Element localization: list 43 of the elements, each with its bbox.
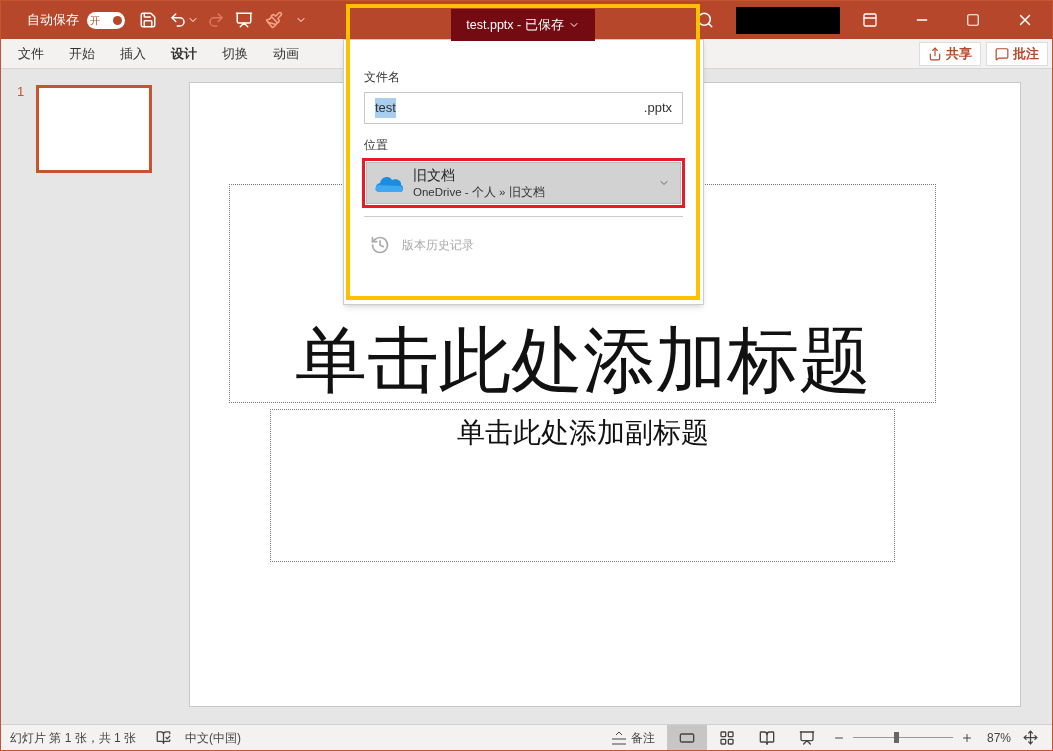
ribbon-tab[interactable]: 文件 (18, 43, 44, 64)
undo-icon[interactable] (169, 11, 187, 29)
maximize-icon[interactable] (966, 13, 980, 27)
brush-icon[interactable] (265, 11, 283, 29)
ribbon-tab[interactable]: 设计 (171, 43, 197, 64)
autosave-toggle[interactable]: 开 (87, 11, 125, 29)
fit-to-window-icon[interactable] (1023, 730, 1038, 745)
share-icon (928, 46, 942, 61)
reading-view-icon (758, 729, 775, 746)
location-dropdown[interactable]: 旧文档 OneDrive - 个人 » 旧文档 (366, 162, 681, 204)
share-button[interactable]: 共享 (919, 41, 981, 66)
location-label: 位置 (364, 137, 389, 154)
slide-thumbnail[interactable] (36, 85, 153, 173)
comments-button[interactable]: 批注 (986, 41, 1048, 66)
comment-icon (995, 46, 1009, 61)
zoom-reading[interactable]: 87% (986, 728, 1011, 747)
save-icon[interactable] (139, 11, 157, 29)
ribbon-display-icon[interactable] (862, 12, 878, 28)
slideshow-view-icon (798, 729, 815, 746)
grid-view-icon (718, 729, 735, 746)
notes-icon (610, 730, 627, 745)
filename-label: 文件名 (364, 69, 401, 86)
subtitle-placeholder[interactable]: 单击此处添加副标题 (270, 409, 895, 562)
zoom-in-icon[interactable] (960, 731, 973, 744)
slide-number: 1 (17, 85, 25, 101)
view-button[interactable] (666, 725, 707, 750)
language-label[interactable]: 中文(中国) (185, 728, 242, 747)
location-name: 旧文档 (413, 167, 456, 185)
autosave-label: 自动保存 (27, 11, 79, 30)
ribbon-tab[interactable]: 插入 (120, 43, 146, 64)
proofing-icon[interactable] (156, 730, 172, 745)
history-icon (370, 235, 390, 255)
filename-field[interactable]: test .pptx (364, 92, 683, 124)
zoom-slider[interactable] (852, 732, 953, 743)
notes-button[interactable]: 备注 (610, 728, 655, 747)
ribbon-tab[interactable]: 动画 (273, 43, 299, 64)
zoom-thumb[interactable] (893, 732, 899, 743)
slide-info: 幻灯片 第 1 张，共 1 张 (10, 729, 137, 747)
ribbon-tab[interactable]: 开始 (69, 43, 95, 64)
presentation-icon[interactable] (235, 11, 253, 29)
ribbon-tab[interactable]: 切换 (222, 43, 248, 64)
file-extension: .pptx (643, 99, 672, 118)
location-path: OneDrive - 个人 » 旧文档 (413, 184, 545, 199)
